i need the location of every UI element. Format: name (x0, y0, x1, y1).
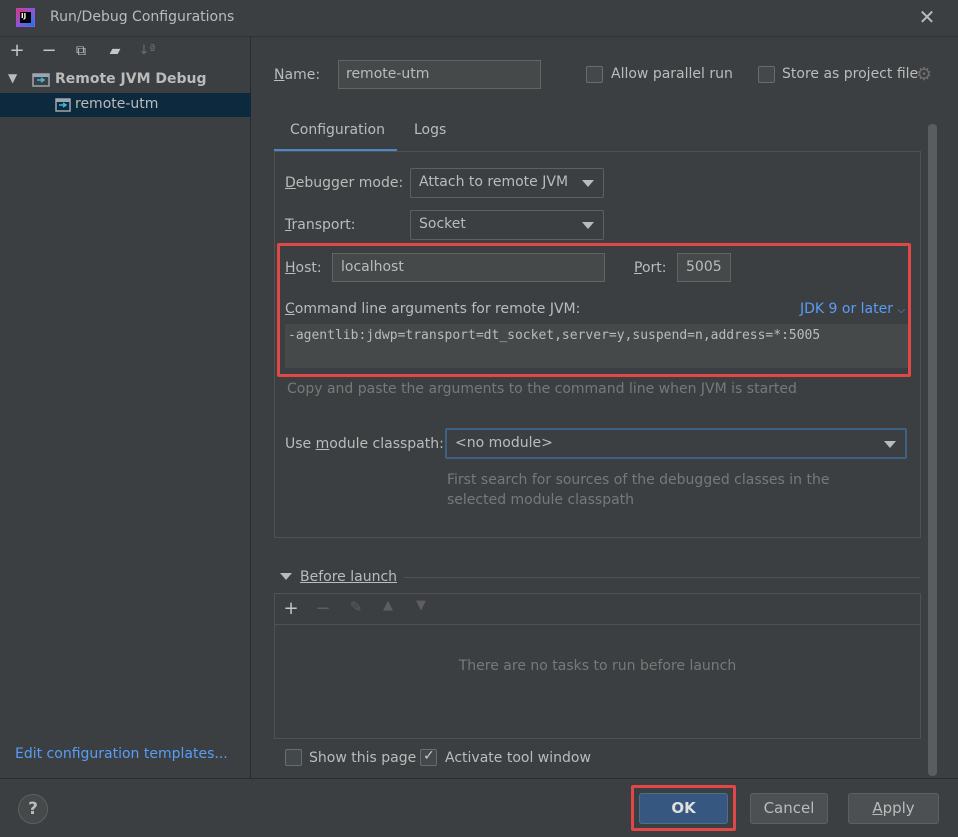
activate-tool-window-label[interactable]: Activate tool window (445, 750, 591, 766)
chevron-down-icon: ⌵ (897, 305, 906, 316)
command-line-args-label: Command line arguments for remote JVM: (285, 301, 581, 317)
debugger-mode-value: Attach to remote JVM (419, 174, 569, 190)
remote-debug-icon (55, 98, 71, 112)
store-as-project-file-checkbox[interactable] (758, 66, 775, 83)
remote-debug-icon (32, 73, 50, 87)
command-line-hint: Copy and paste the arguments to the comm… (287, 381, 797, 397)
store-as-project-file-label[interactable]: Store as project file (782, 66, 918, 82)
new-folder-icon[interactable]: ▰ (105, 41, 125, 61)
apply-button[interactable]: Apply (848, 793, 939, 824)
remove-icon[interactable]: − (39, 41, 59, 61)
host-label: Host: (285, 260, 322, 276)
edit-configuration-templates-link[interactable]: Edit configuration templates... (15, 746, 228, 762)
cancel-button[interactable]: Cancel (750, 793, 828, 824)
name-label: Name: (274, 67, 321, 83)
module-classpath-value: <no module> (455, 435, 553, 451)
show-this-page-label[interactable]: Show this page (309, 750, 416, 766)
close-icon[interactable]: ✕ (916, 6, 938, 28)
sort-icon[interactable]: ↓ª (137, 41, 157, 61)
transport-select[interactable]: Socket (410, 210, 604, 240)
before-launch-header[interactable]: Before launch (276, 568, 920, 588)
move-up-icon[interactable]: ▲ (378, 598, 398, 613)
jdk-version-label: JDK 9 or later (800, 301, 893, 317)
dialog-button-bar: ? OK Cancel Apply (0, 778, 958, 837)
gear-icon[interactable]: ⚙ (916, 64, 932, 85)
chevron-down-icon (582, 180, 594, 187)
configurations-sidebar: + − ⧉ ▰ ↓ª ▼ Remote JVM Debug remote-utm… (0, 37, 251, 778)
help-button[interactable]: ? (18, 794, 48, 824)
before-launch-toolbar: + − ✎ ▲ ▼ (275, 594, 920, 625)
remove-icon[interactable]: − (313, 598, 333, 619)
ok-button[interactable]: OK (639, 793, 728, 824)
port-input[interactable]: 5005 (677, 253, 731, 282)
name-input[interactable]: remote-utm (338, 60, 541, 89)
tree-group-remote-jvm-debug[interactable]: ▼ Remote JVM Debug (0, 69, 251, 93)
tree-item-label: remote-utm (75, 96, 159, 112)
debugger-mode-select[interactable]: Attach to remote JVM (410, 168, 604, 198)
module-classpath-label: Use module classpath: (285, 436, 444, 452)
module-classpath-select[interactable]: <no module> (445, 428, 907, 459)
tree-group-label: Remote JVM Debug (55, 71, 207, 87)
edit-pencil-icon[interactable]: ✎ (346, 598, 366, 616)
tab-configuration[interactable]: Configuration (274, 116, 397, 152)
intellij-logo-icon: IJ (16, 8, 35, 27)
module-classpath-description: First search for sources of the debugged… (447, 472, 830, 508)
before-launch-empty-text: There are no tasks to run before launch (458, 658, 737, 674)
transport-label: Transport: (285, 217, 356, 233)
chevron-down-icon[interactable]: ▼ (8, 71, 17, 85)
allow-parallel-run-checkbox[interactable] (586, 66, 603, 83)
jdk-version-dropdown[interactable]: JDK 9 or later ⌵ (800, 301, 905, 317)
debugger-mode-label: Debugger mode: (285, 175, 404, 191)
tab-logs[interactable]: Logs (398, 116, 462, 152)
add-icon[interactable]: + (7, 41, 27, 61)
collapse-triangle-icon[interactable] (280, 573, 292, 580)
transport-value: Socket (419, 216, 466, 232)
tree-item-remote-utm[interactable]: remote-utm (0, 93, 251, 117)
activate-tool-window-checkbox[interactable] (420, 748, 437, 766)
scrollbar[interactable] (928, 124, 937, 776)
chevron-down-icon (582, 222, 594, 229)
command-line-args-field[interactable]: -agentlib:jdwp=transport=dt_socket,serve… (285, 324, 908, 368)
add-icon[interactable]: + (281, 598, 301, 619)
show-this-page-checkbox[interactable] (285, 749, 302, 766)
move-down-icon[interactable]: ▼ (411, 598, 431, 613)
chevron-down-icon (884, 441, 896, 448)
window-title: Run/Debug Configurations (50, 9, 235, 25)
before-launch-label: Before launch (300, 569, 398, 585)
allow-parallel-run-label[interactable]: Allow parallel run (611, 66, 733, 82)
port-label: Port: (634, 260, 667, 276)
separator (404, 577, 920, 578)
copy-icon[interactable]: ⧉ (71, 41, 91, 61)
host-input[interactable]: localhost (332, 253, 605, 282)
title-bar: IJ Run/Debug Configurations ✕ (0, 0, 958, 37)
